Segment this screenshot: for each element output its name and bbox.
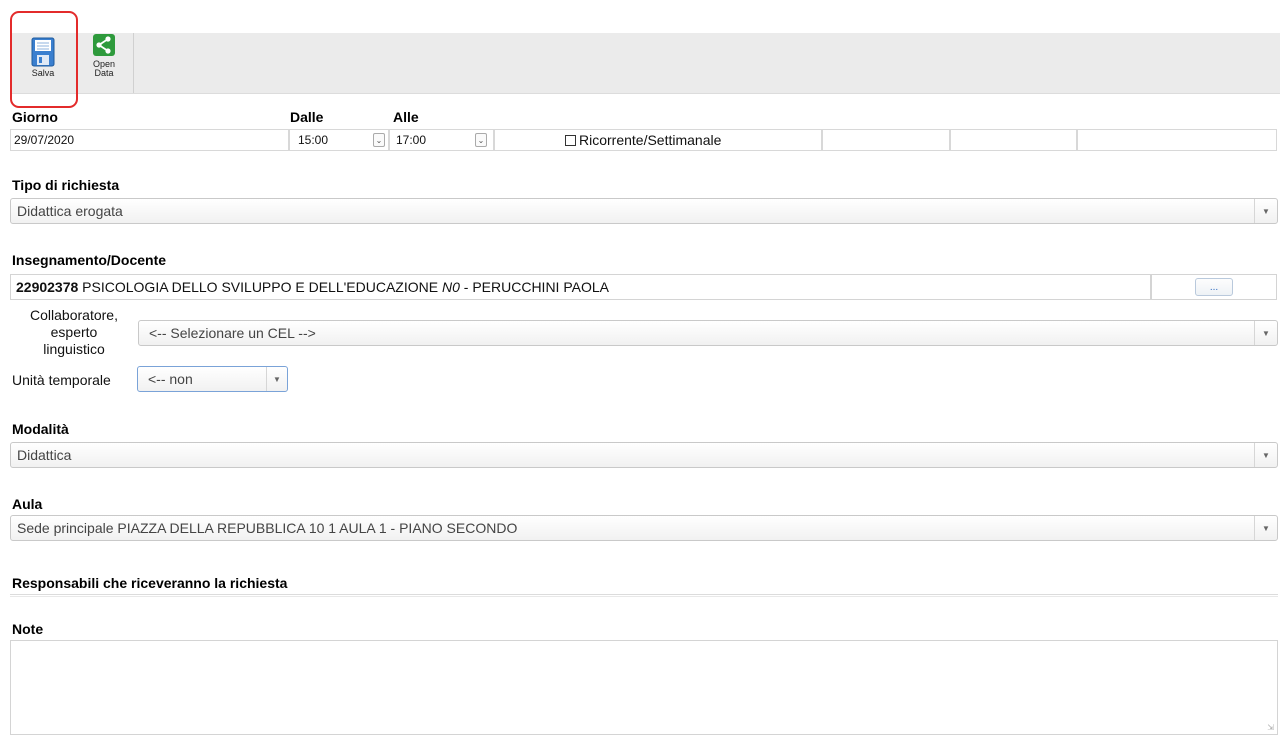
note-textarea[interactable]: ⇲	[10, 640, 1278, 735]
course-channel: N0	[441, 279, 460, 295]
aula-select[interactable]: Sede principale PIAZZA DELLA REPUBBLICA …	[10, 515, 1278, 541]
cel-select[interactable]: <-- Selezionare un CEL --> ▼	[138, 320, 1278, 346]
alle-select[interactable]: 17:00 ⌄	[389, 129, 494, 151]
unita-select[interactable]: <-- non ▼	[137, 366, 288, 392]
share-icon	[93, 34, 115, 56]
modalita-select[interactable]: Didattica ▼	[10, 442, 1278, 468]
dropdown-arrow-icon: ▼	[1254, 516, 1277, 540]
alle-label: Alle	[393, 109, 419, 125]
ricorrente-cell: Ricorrente/Settimanale	[494, 129, 822, 151]
tipo-select[interactable]: Didattica erogata ▼	[10, 198, 1278, 224]
more-options-button[interactable]: ...	[1195, 278, 1233, 296]
giorno-label: Giorno	[12, 109, 58, 125]
note-label: Note	[12, 621, 44, 637]
empty-cell	[950, 129, 1077, 151]
insegnamento-field: 22902378 PSICOLOGIA DELLO SVILUPPO E DEL…	[10, 274, 1151, 300]
toolbar: Salva Open Data	[10, 33, 1280, 94]
tipo-label: Tipo di richiesta	[12, 177, 120, 193]
dropdown-arrow-icon: ▼	[266, 367, 287, 391]
cel-label-line2: esperto	[50, 324, 98, 340]
aula-value: Sede principale PIAZZA DELLA REPUBBLICA …	[17, 520, 518, 536]
course-code: 22902378	[16, 279, 79, 295]
toolbar-separator	[133, 33, 134, 93]
unita-label: Unità temporale	[12, 372, 111, 388]
responsabili-label: Responsabili che riceveranno la richiest…	[12, 575, 288, 591]
ricorrente-checkbox[interactable]	[565, 134, 576, 146]
tipo-value: Didattica erogata	[17, 203, 123, 219]
giorno-field[interactable]: 29/07/2020	[10, 129, 289, 151]
dalle-select[interactable]: 15:00 ⌄	[289, 129, 389, 151]
dropdown-arrow-icon: ▼	[1254, 199, 1277, 223]
insegnamento-actions: ...	[1151, 274, 1277, 300]
cel-label-line1: Collaboratore,	[30, 307, 118, 323]
unita-value: <-- non	[148, 371, 193, 387]
dropdown-arrow-icon: ▼	[1254, 443, 1277, 467]
cel-label-line3: linguistico	[43, 341, 105, 357]
dalle-value: 15:00	[298, 133, 329, 147]
open-data-button[interactable]: Open Data	[84, 33, 124, 93]
chevron-down-icon[interactable]: ⌄	[475, 133, 487, 147]
insegnamento-label: Insegnamento/Docente	[12, 252, 167, 268]
empty-cell	[1077, 129, 1277, 151]
modalita-value: Didattica	[17, 447, 72, 463]
open-data-label-line2: Data	[94, 68, 114, 78]
modalita-label: Modalità	[12, 421, 69, 437]
responsabili-list	[10, 594, 1278, 597]
alle-value: 17:00	[396, 133, 427, 147]
cel-value: <-- Selezionare un CEL -->	[149, 325, 316, 341]
save-button-highlight	[10, 11, 78, 108]
course-name: PSICOLOGIA DELLO SVILUPPO E DELL'EDUCAZI…	[78, 279, 442, 295]
dalle-label: Dalle	[290, 109, 324, 125]
chevron-down-icon[interactable]: ⌄	[373, 133, 385, 147]
ricorrente-label: Ricorrente/Settimanale	[579, 132, 722, 148]
giorno-value: 29/07/2020	[14, 133, 75, 147]
course-teacher: - PERUCCHINI PAOLA	[459, 279, 609, 295]
aula-label: Aula	[12, 496, 43, 512]
resize-handle-icon[interactable]: ⇲	[1267, 723, 1274, 732]
cel-label: Collaboratore, esperto linguistico	[16, 307, 132, 358]
dropdown-arrow-icon: ▼	[1254, 321, 1277, 345]
empty-cell	[822, 129, 950, 151]
